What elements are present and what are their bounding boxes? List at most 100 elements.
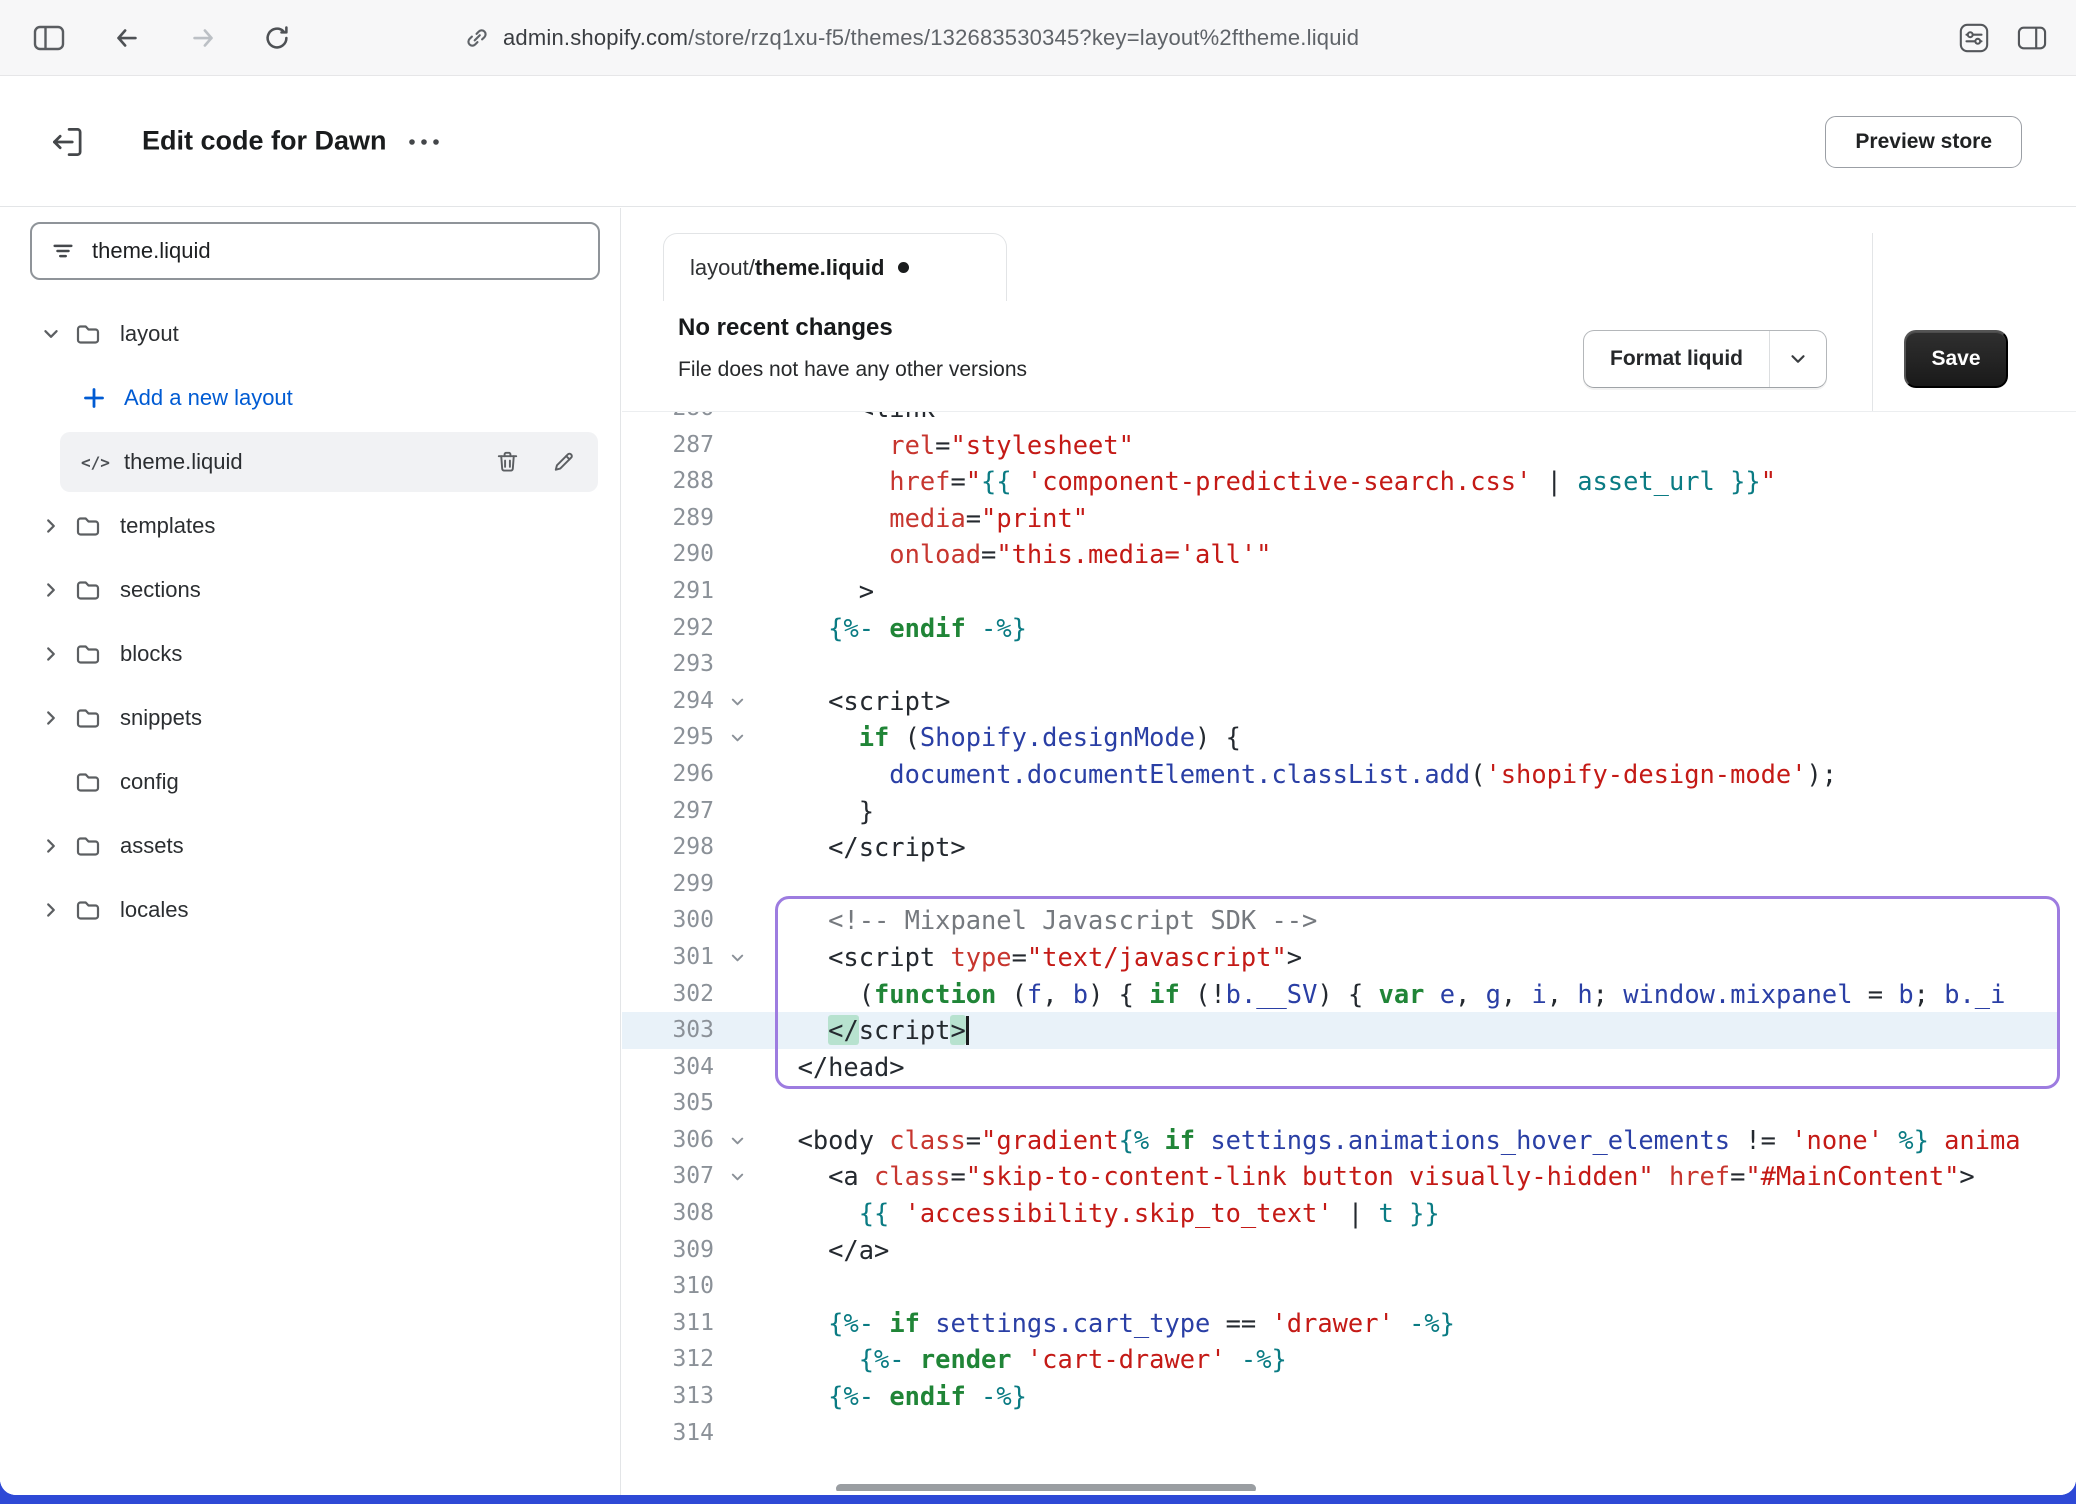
code-line[interactable]: 311 {%- if settings.cart_type == 'drawer… (622, 1305, 2059, 1342)
browser-sidebar-toggle-icon[interactable] (32, 23, 66, 53)
code-text[interactable]: </head> (767, 1049, 905, 1086)
code-text[interactable]: rel="stylesheet" (767, 427, 1134, 464)
code-text[interactable]: {%- endif -%} (767, 610, 1027, 647)
line-number[interactable]: 287 (622, 427, 714, 464)
line-number[interactable]: 310 (622, 1268, 714, 1305)
sidebar-folder-layout[interactable]: layout (0, 304, 620, 364)
code-line[interactable]: 303 </script> (622, 1012, 2059, 1049)
sidebar-folder-sections[interactable]: sections (0, 560, 620, 620)
line-number[interactable]: 311 (622, 1305, 714, 1342)
code-text[interactable]: > (767, 573, 874, 610)
line-number[interactable]: 300 (622, 902, 714, 939)
chevron-right-icon[interactable] (38, 641, 64, 667)
code-text[interactable]: (function (f, b) { if (!b.__SV) { var e,… (767, 976, 2005, 1013)
chevron-right-icon[interactable] (38, 577, 64, 603)
code-text[interactable]: <script type="text/javascript"> (767, 939, 1302, 976)
code-text[interactable]: href="{{ 'component-predictive-search.cs… (767, 463, 1776, 500)
code-line[interactable]: 306 <body class="gradient{% if settings.… (622, 1122, 2059, 1159)
horizontal-scrollbar[interactable] (836, 1484, 1256, 1491)
code-text[interactable]: </script> (767, 829, 966, 866)
code-line[interactable]: 308 {{ 'accessibility.skip_to_text' | t … (622, 1195, 2059, 1232)
line-number[interactable]: 301 (622, 939, 714, 976)
code-editor[interactable]: 286 <link287 rel="stylesheet"288 href="{… (622, 411, 2076, 1491)
code-line[interactable]: 293 (622, 646, 2059, 683)
chevron-right-icon[interactable] (38, 897, 64, 923)
address-bar[interactable]: admin.shopify.com/store/rzq1xu-f5/themes… (464, 0, 1359, 76)
code-text[interactable]: {{ 'accessibility.skip_to_text' | t }} (767, 1195, 1440, 1232)
code-text[interactable]: <a class="skip-to-content-link button vi… (767, 1158, 1975, 1195)
code-line[interactable]: 312 {%- render 'cart-drawer' -%} (622, 1341, 2059, 1378)
code-text[interactable]: </a> (767, 1232, 889, 1269)
line-number[interactable]: 295 (622, 719, 714, 756)
code-line[interactable]: 286 <link (622, 411, 2059, 427)
line-number[interactable]: 303 (622, 1012, 714, 1049)
code-line[interactable]: 313 {%- endif -%} (622, 1378, 2059, 1415)
forward-icon[interactable] (188, 23, 218, 53)
sidebar-folder-templates[interactable]: templates (0, 496, 620, 556)
code-line[interactable]: 300 <!-- Mixpanel Javascript SDK --> (622, 902, 2059, 939)
line-number[interactable]: 293 (622, 646, 714, 683)
reload-icon[interactable] (262, 23, 292, 53)
line-number[interactable]: 306 (622, 1122, 714, 1159)
format-liquid-button[interactable]: Format liquid (1583, 330, 1827, 388)
sidebar-add-layout[interactable]: Add a new layout (0, 368, 620, 428)
save-button[interactable]: Save (1904, 330, 2008, 388)
chevron-right-icon[interactable] (38, 513, 64, 539)
code-line[interactable]: 292 {%- endif -%} (622, 610, 2059, 647)
sidebar-folder-blocks[interactable]: blocks (0, 624, 620, 684)
sidebar-folder-locales[interactable]: locales (0, 880, 620, 940)
tab-theme-liquid[interactable]: layout/theme.liquid (663, 233, 1007, 301)
side-panel-icon[interactable] (2016, 24, 2048, 52)
trash-icon[interactable] (494, 449, 521, 476)
line-number[interactable]: 298 (622, 829, 714, 866)
code-line[interactable]: 294 <script> (622, 683, 2059, 720)
code-line[interactable]: 287 rel="stylesheet" (622, 427, 2059, 464)
line-number[interactable]: 302 (622, 976, 714, 1013)
chevron-right-icon[interactable] (38, 833, 64, 859)
exit-icon[interactable] (46, 121, 88, 163)
fold-chevron-icon[interactable] (722, 719, 752, 756)
file-filter-box[interactable] (30, 222, 600, 280)
line-number[interactable]: 294 (622, 683, 714, 720)
code-text[interactable]: {%- endif -%} (767, 1378, 1027, 1415)
code-line[interactable]: 290 onload="this.media='all'" (622, 536, 2059, 573)
line-number[interactable]: 296 (622, 756, 714, 793)
line-number[interactable]: 312 (622, 1341, 714, 1378)
chevron-down-icon[interactable] (38, 321, 64, 347)
line-number[interactable]: 299 (622, 866, 714, 903)
code-text[interactable]: <link (767, 411, 935, 427)
more-options-icon[interactable] (404, 134, 444, 150)
line-number[interactable]: 286 (622, 411, 714, 427)
sidebar-folder-assets[interactable]: assets (0, 816, 620, 876)
code-text[interactable]: {%- if settings.cart_type == 'drawer' -%… (767, 1305, 1455, 1342)
code-text[interactable]: </script> (767, 1012, 969, 1049)
line-number[interactable]: 307 (622, 1158, 714, 1195)
line-number[interactable]: 314 (622, 1415, 714, 1452)
fold-chevron-icon[interactable] (722, 1122, 752, 1159)
code-line[interactable]: 288 href="{{ 'component-predictive-searc… (622, 463, 2059, 500)
line-number[interactable]: 292 (622, 610, 714, 647)
code-line[interactable]: 310 (622, 1268, 2059, 1305)
line-number[interactable]: 313 (622, 1378, 714, 1415)
code-line[interactable]: 299 (622, 866, 2059, 903)
code-line[interactable]: 307 <a class="skip-to-content-link butto… (622, 1158, 2059, 1195)
line-number[interactable]: 309 (622, 1232, 714, 1269)
line-number[interactable]: 289 (622, 500, 714, 537)
filter-input[interactable] (92, 238, 580, 264)
code-line[interactable]: 297 } (622, 793, 2059, 830)
fold-chevron-icon[interactable] (722, 939, 752, 976)
fold-chevron-icon[interactable] (722, 683, 752, 720)
code-text[interactable]: if (Shopify.designMode) { (767, 719, 1241, 756)
line-number[interactable]: 304 (622, 1049, 714, 1086)
line-number[interactable]: 290 (622, 536, 714, 573)
line-number[interactable]: 308 (622, 1195, 714, 1232)
sidebar-file-theme.liquid[interactable]: </>theme.liquid (0, 432, 620, 492)
code-line[interactable]: 302 (function (f, b) { if (!b.__SV) { va… (622, 976, 2059, 1013)
code-text[interactable]: media="print" (767, 500, 1088, 537)
code-line[interactable]: 298 </script> (622, 829, 2059, 866)
code-line[interactable]: 289 media="print" (622, 500, 2059, 537)
code-text[interactable]: } (767, 793, 874, 830)
code-line[interactable]: 309 </a> (622, 1232, 2059, 1269)
sidebar-folder-config[interactable]: config (0, 752, 620, 812)
extensions-icon[interactable] (1958, 22, 1990, 54)
